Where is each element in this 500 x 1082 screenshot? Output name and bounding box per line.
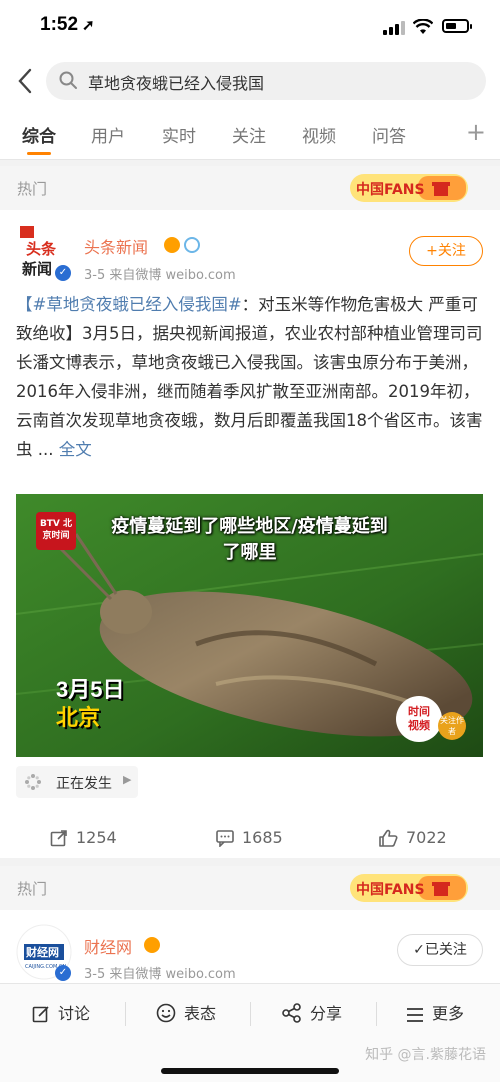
follow-author-badge[interactable]: 关注作者 bbox=[438, 712, 466, 740]
china-fans-badge: 中国FANS bbox=[350, 174, 468, 202]
china-fans-badge: 中国FANS bbox=[350, 874, 468, 902]
share-button[interactable]: 分享 bbox=[282, 1000, 342, 1024]
section-label: 热门 bbox=[17, 880, 48, 898]
post-card-2: 财经网 CAIJING.COM.CN ✓ 财经网 3-5 来自微博 weibo.… bbox=[0, 910, 500, 983]
svg-text:头条: 头条 bbox=[26, 240, 57, 258]
search-header: 草地贪夜蛾已经入侵我国 bbox=[0, 56, 500, 106]
like-button[interactable]: 7022 bbox=[378, 828, 447, 847]
verified-icon: ✓ bbox=[55, 965, 71, 981]
discuss-button[interactable]: 讨论 bbox=[32, 1000, 90, 1024]
status-bar: 1:52 ➚ bbox=[0, 0, 500, 56]
following-button[interactable]: ✓已关注 bbox=[397, 934, 483, 966]
battery-icon bbox=[442, 19, 472, 33]
video-title: 疫情蔓延到了哪些地区/疫情蔓延到 了哪里 bbox=[111, 516, 388, 563]
topic-link[interactable]: 【#草地贪夜蛾已经入侵我国# bbox=[16, 295, 242, 314]
tag-label: 正在发生 bbox=[56, 776, 112, 792]
thumbs-up-icon bbox=[379, 829, 398, 847]
section-header: 热门 中国FANS bbox=[0, 166, 500, 210]
comment-icon bbox=[216, 830, 234, 848]
edit-icon bbox=[32, 1006, 49, 1023]
share-icon bbox=[282, 1003, 301, 1023]
repost-button[interactable]: 1254 bbox=[50, 828, 117, 847]
divider bbox=[250, 1002, 251, 1026]
post-meta-2: 3-5 来自微博 weibo.com bbox=[84, 967, 236, 982]
wifi-icon bbox=[413, 19, 433, 34]
back-button[interactable] bbox=[10, 64, 40, 98]
chevron-left-icon bbox=[18, 68, 32, 94]
location-arrow-icon: ➚ bbox=[82, 17, 95, 34]
video-player[interactable]: BTV 北京时间 疫情蔓延到了哪些地区/疫情蔓延到 了哪里 3月5日 北京 时间… bbox=[16, 494, 483, 757]
zhihu-watermark: 知乎 @言.紫藤花语 bbox=[365, 1047, 486, 1063]
time-video-logo: 时间 视频 bbox=[396, 696, 442, 742]
status-time: 1:52 ➚ bbox=[40, 14, 95, 35]
shield-icon bbox=[184, 237, 200, 253]
tab-following[interactable]: 关注 bbox=[232, 122, 266, 147]
tab-realtime[interactable]: 实时 bbox=[162, 122, 196, 147]
section-header-2: 热门 中国FANS bbox=[0, 866, 500, 910]
cellular-signal-icon bbox=[383, 21, 405, 35]
post-actions: 1254 1685 7022 bbox=[0, 816, 500, 866]
tab-bar: 综合 用户 实时 关注 视频 问答 + bbox=[0, 106, 500, 160]
follow-button[interactable]: +关注 bbox=[409, 236, 483, 266]
section-label: 热门 bbox=[17, 180, 48, 198]
post-meta: 3-5 来自微博 weibo.com bbox=[84, 268, 236, 283]
divider bbox=[376, 1002, 377, 1026]
smile-icon bbox=[156, 1003, 176, 1023]
svg-text:财经网: 财经网 bbox=[25, 945, 59, 959]
express-button[interactable]: 表态 bbox=[156, 1000, 216, 1024]
search-input[interactable]: 草地贪夜蛾已经入侵我国 bbox=[46, 62, 486, 100]
home-indicator[interactable] bbox=[161, 1068, 339, 1074]
author-name[interactable]: 头条新闻 bbox=[84, 234, 148, 258]
post-body: ：对玉米等作物危害极大 严重可致绝收】3月5日，据央视新闻报道，农业农村部种植业… bbox=[16, 295, 483, 459]
add-tab-icon[interactable]: + bbox=[466, 118, 486, 146]
tab-all[interactable]: 综合 bbox=[22, 122, 56, 147]
search-icon bbox=[59, 71, 77, 89]
svg-text:新闻: 新闻 bbox=[22, 260, 52, 278]
happening-now-tag[interactable]: 正在发生 ▶ bbox=[16, 766, 138, 798]
tab-video[interactable]: 视频 bbox=[302, 122, 336, 147]
post-card: 头条 新闻 ✓ 头条新闻 3-5 来自微博 weibo.com +关注 【#草地… bbox=[0, 210, 500, 858]
active-tab-indicator bbox=[27, 152, 51, 155]
expand-link[interactable]: 全文 bbox=[59, 440, 92, 459]
tab-users[interactable]: 用户 bbox=[91, 122, 125, 147]
bottom-toolbar: 讨论 表态 分享 更多 知乎 @言.紫藤花语 bbox=[0, 983, 500, 1082]
crown-icon bbox=[144, 937, 160, 953]
divider bbox=[125, 1002, 126, 1026]
tab-qa[interactable]: 问答 bbox=[372, 122, 406, 147]
more-button[interactable]: 更多 bbox=[406, 1000, 464, 1024]
comment-button[interactable]: 1685 bbox=[216, 828, 283, 848]
svg-text:中国FANS: 中国FANS bbox=[356, 881, 425, 898]
menu-icon bbox=[407, 1008, 423, 1022]
repost-icon bbox=[50, 830, 67, 847]
chevron-right-icon: ▶ bbox=[123, 773, 132, 786]
loading-dots-icon bbox=[25, 774, 41, 790]
post-text: 【#草地贪夜蛾已经入侵我国#：对玉米等作物危害极大 严重可致绝收】3月5日，据央… bbox=[16, 290, 486, 464]
verified-icon: ✓ bbox=[55, 265, 71, 281]
crown-icon bbox=[164, 237, 180, 253]
author-name-2[interactable]: 财经网 bbox=[84, 934, 132, 958]
search-query: 草地贪夜蛾已经入侵我国 bbox=[88, 74, 265, 93]
svg-text:中国FANS: 中国FANS bbox=[356, 181, 425, 198]
video-date-overlay: 3月5日 北京 bbox=[56, 677, 125, 730]
